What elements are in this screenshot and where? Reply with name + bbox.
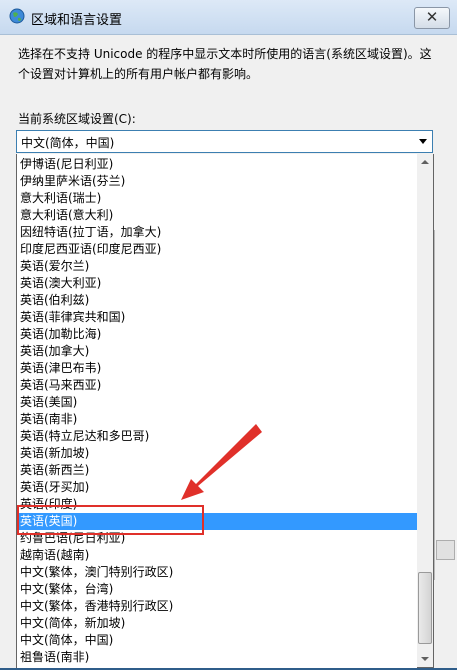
dropdown-item[interactable]: 英语(美国)	[17, 394, 418, 411]
scroll-down-icon[interactable]	[417, 650, 433, 667]
dropdown-item[interactable]: 祖鲁语(南非)	[17, 649, 418, 666]
dropdown-item[interactable]: 伊博语(尼日利亚)	[17, 156, 418, 173]
system-locale-select[interactable]: 中文(简体，中国)	[16, 130, 433, 153]
scrollbar-thumb[interactable]	[418, 572, 432, 644]
description-text: 选择在不支持 Unicode 的程序中显示文本时所使用的语言(系统区域设置)。这…	[18, 47, 432, 81]
chevron-down-icon[interactable]	[419, 139, 427, 144]
dropdown-item[interactable]: 英语(牙买加)	[17, 479, 418, 496]
dropdown-item[interactable]: 英语(新西兰)	[17, 462, 418, 479]
dropdown-item[interactable]: 英语(伯利兹)	[17, 292, 418, 309]
background-button-edge	[436, 540, 455, 560]
dropdown-item[interactable]: 英语(加拿大)	[17, 343, 418, 360]
dropdown-item[interactable]: 印度尼西亚语(印度尼西亚)	[17, 241, 418, 258]
dropdown-item[interactable]: 中文(繁体，香港特别行政区)	[17, 598, 418, 615]
dropdown-item[interactable]: 英语(新加坡)	[17, 445, 418, 462]
system-locale-value: 中文(简体，中国)	[21, 136, 115, 150]
dropdown-scrollbar[interactable]	[417, 154, 434, 668]
current-locale-label: 当前系统区域设置(C):	[18, 112, 136, 126]
dropdown-item[interactable]: 英语(特立尼达和多巴哥)	[17, 428, 418, 445]
annotation-highlight-box	[17, 505, 204, 535]
dropdown-item[interactable]: 中文(简体，中国)	[17, 632, 418, 649]
dropdown-item[interactable]: 中文(简体，新加坡)	[17, 615, 418, 632]
close-button[interactable]: ✕	[414, 7, 450, 29]
dropdown-item[interactable]: 英语(加勒比海)	[17, 326, 418, 343]
dropdown-item[interactable]: 英语(澳大利亚)	[17, 275, 418, 292]
dropdown-item[interactable]: 中文(繁体，澳门特别行政区)	[17, 564, 418, 581]
dialog-background-edge	[434, 230, 457, 580]
dropdown-item[interactable]: 意大利语(瑞士)	[17, 190, 418, 207]
dropdown-item[interactable]: 英语(马来西亚)	[17, 377, 418, 394]
dropdown-item[interactable]: 越南语(越南)	[17, 547, 418, 564]
scroll-up-icon[interactable]	[417, 154, 433, 171]
dropdown-item[interactable]: 中文(繁体，台湾)	[17, 581, 418, 598]
dropdown-item[interactable]: 英语(菲律宾共和国)	[17, 309, 418, 326]
locale-dropdown-list[interactable]: 伊博语(尼日利亚) 伊纳里萨米语(芬兰) 意大利语(瑞士) 意大利语(意大利) 因纽特语…	[16, 154, 418, 669]
window-title: 区域和语言设置	[31, 13, 123, 28]
dropdown-item[interactable]: 英语(南非)	[17, 411, 418, 428]
dropdown-item[interactable]: 因纽特语(拉丁语，加拿大)	[17, 224, 418, 241]
dropdown-item[interactable]: 英语(爱尔兰)	[17, 258, 418, 275]
dropdown-item[interactable]: 意大利语(意大利)	[17, 207, 418, 224]
dropdown-item[interactable]: 伊纳里萨米语(芬兰)	[17, 173, 418, 190]
title-bar: 区域和语言设置 ✕	[0, 0, 457, 35]
close-icon: ✕	[425, 8, 439, 26]
globe-icon	[9, 8, 25, 24]
dropdown-item[interactable]: 英语(津巴布韦)	[17, 360, 418, 377]
